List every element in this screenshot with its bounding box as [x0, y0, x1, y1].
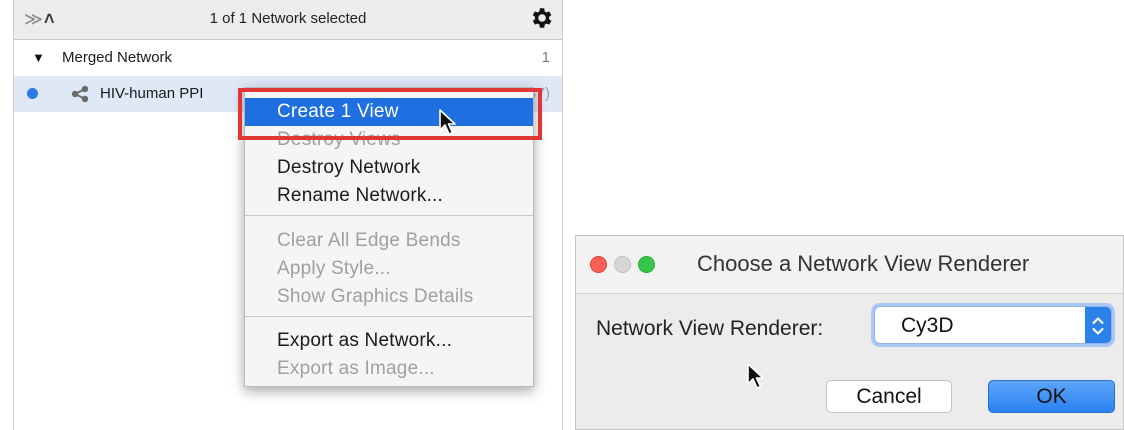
select-updown-icon[interactable]: [1085, 307, 1111, 343]
ok-button[interactable]: OK: [988, 380, 1115, 413]
annotation-highlight-box: [238, 88, 542, 140]
minimize-window-icon[interactable]: [614, 256, 631, 273]
menu-item-clear-edge-bends[interactable]: Clear All Edge Bends: [245, 227, 533, 255]
dialog-title: Choose a Network View Renderer: [697, 251, 1030, 276]
network-panel-header: ≫ ˄ 1 of 1 Network selected: [14, 0, 562, 40]
maximize-window-icon[interactable]: [638, 256, 655, 273]
dialog-titlebar: Choose a Network View Renderer: [576, 236, 1123, 294]
menu-item-export-image[interactable]: Export as Image...: [245, 355, 533, 383]
network-share-icon: [71, 85, 89, 103]
gear-icon[interactable]: [528, 5, 554, 31]
cancel-button[interactable]: Cancel: [826, 380, 952, 413]
selection-dot-icon: [27, 88, 38, 99]
renderer-select-value: Cy3D: [901, 314, 954, 337]
renderer-select[interactable]: Cy3D: [874, 306, 1112, 344]
menu-item-apply-style[interactable]: Apply Style...: [245, 255, 533, 283]
menu-separator: [245, 316, 533, 317]
collection-label: Merged Network: [62, 49, 173, 66]
menu-separator: [245, 215, 533, 216]
menu-item-export-network[interactable]: Export as Network...: [245, 327, 533, 355]
menu-item-rename-network[interactable]: Rename Network...: [245, 182, 533, 210]
renderer-field-label: Network View Renderer:: [596, 317, 824, 340]
tree-row-collection[interactable]: ▼ Merged Network 1: [14, 40, 562, 76]
selection-status: 1 of 1 Network selected: [209, 10, 367, 27]
collection-count: 1: [541, 49, 550, 66]
close-window-icon[interactable]: [590, 256, 607, 273]
mouse-cursor-icon: [747, 363, 764, 389]
menu-item-destroy-network[interactable]: Destroy Network: [245, 154, 533, 182]
triangle-down-icon[interactable]: ▼: [32, 50, 45, 65]
mouse-cursor-icon: [439, 109, 456, 135]
network-label: HIV-human PPI: [100, 85, 204, 102]
renderer-dialog: Choose a Network View Renderer Network V…: [575, 235, 1124, 430]
menu-item-show-graphics-details[interactable]: Show Graphics Details: [245, 283, 533, 311]
